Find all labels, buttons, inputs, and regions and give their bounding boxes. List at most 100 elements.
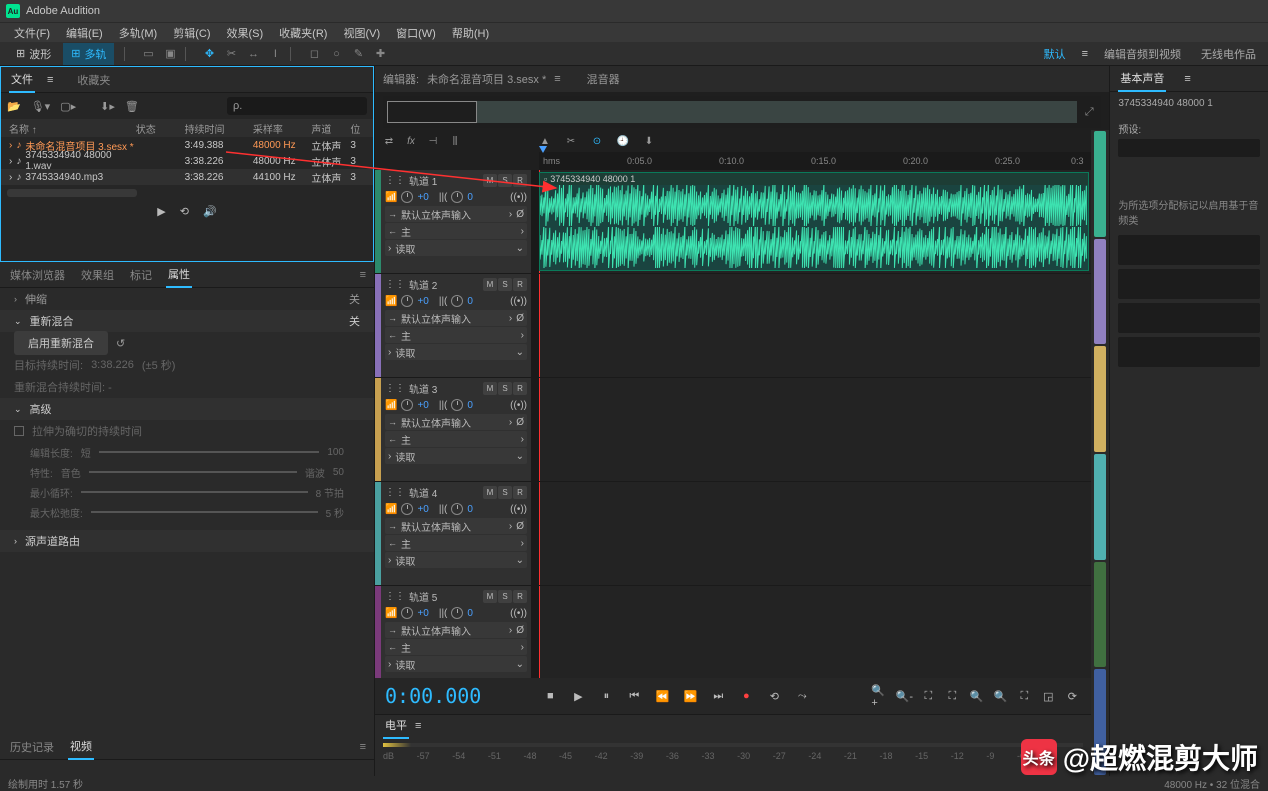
track-name[interactable]: 轨道 5	[409, 589, 437, 604]
new-file-icon[interactable]: ▢▸	[60, 100, 76, 113]
menu-effects[interactable]: 效果(S)	[221, 23, 270, 43]
tab-files[interactable]: 文件	[9, 67, 35, 93]
pan-value[interactable]: 0	[467, 296, 473, 307]
tab-properties[interactable]: 属性	[166, 262, 192, 288]
files-tab-menu-icon[interactable]: ≡	[47, 74, 53, 86]
mute-button[interactable]: M	[483, 486, 497, 499]
levels-menu-icon[interactable]: ≡	[415, 720, 421, 732]
remix-section[interactable]: 重新混合	[30, 313, 74, 329]
menu-multitrack[interactable]: 多轨(M)	[113, 23, 164, 43]
pan-value[interactable]: 0	[467, 504, 473, 515]
track-name[interactable]: 轨道 4	[409, 485, 437, 500]
tt-clock-icon[interactable]: 🕘	[615, 133, 631, 149]
input-route[interactable]: →默认立体声输入›Ø	[385, 206, 527, 222]
col-samplerate[interactable]: 采样率	[253, 121, 312, 136]
volume-knob[interactable]	[401, 191, 413, 203]
volume-knob[interactable]	[401, 399, 413, 411]
delete-icon[interactable]: 🗑	[125, 100, 139, 113]
mini-play-icon[interactable]: ▶	[157, 205, 165, 218]
tab-history[interactable]: 历史记录	[8, 735, 56, 759]
minloop-slider[interactable]	[81, 491, 308, 493]
read-mode[interactable]: ›读取⌄	[385, 656, 527, 672]
file-row[interactable]: ›♪3745334940 48000 1.wav3:38.22648000 Hz…	[1, 153, 373, 169]
pan-knob[interactable]	[451, 607, 463, 619]
editor-tab-menu-icon[interactable]: ≡	[554, 73, 560, 85]
solo-button[interactable]: S	[498, 590, 512, 603]
read-mode[interactable]: ›读取⌄	[385, 552, 527, 568]
file-row[interactable]: ›♪3745334940.mp33:38.22644100 Hz立体声3	[1, 169, 373, 185]
pause-button[interactable]: ⏸	[597, 687, 615, 705]
mute-button[interactable]: M	[483, 382, 497, 395]
tt-eq-icon[interactable]: ⫼	[447, 133, 463, 149]
record-file-icon[interactable]: 🎙▾	[31, 100, 51, 113]
tt-send-icon[interactable]: ⊣	[425, 133, 441, 149]
record-button[interactable]: ●	[737, 687, 755, 705]
zoom-sel-icon[interactable]: ⛶	[943, 687, 961, 705]
editor-file-name[interactable]: 未命名混音项目 3.sesx *	[427, 71, 546, 87]
tool-2[interactable]: ▣	[161, 45, 179, 63]
pan-knob[interactable]	[451, 503, 463, 515]
zoom-reset-licon[interactable]: ⟳	[1063, 687, 1081, 705]
volume-value[interactable]: +0	[417, 400, 428, 411]
search-input[interactable]: ρ.	[227, 97, 367, 115]
lasso-tool[interactable]: ○	[327, 45, 345, 63]
read-mode[interactable]: ›读取⌄	[385, 344, 527, 360]
input-route[interactable]: →默认立体声输入›Ø	[385, 622, 527, 638]
zoom-in-icon[interactable]: 🔍+	[871, 687, 889, 705]
razor-tool[interactable]: ✂	[222, 45, 240, 63]
slip-tool[interactable]: ↔	[244, 45, 262, 63]
arm-button[interactable]: R	[513, 590, 527, 603]
read-mode[interactable]: ›读取⌄	[385, 240, 527, 256]
tt-fx2-icon[interactable]: fx	[403, 133, 419, 149]
output-route[interactable]: ←主›	[385, 535, 527, 551]
edit-len-slider[interactable]	[99, 451, 320, 453]
ws-menu-icon[interactable]: ≡	[1082, 48, 1088, 60]
menu-edit[interactable]: 编辑(E)	[60, 23, 109, 43]
menu-help[interactable]: 帮助(H)	[446, 23, 495, 43]
mono-icon[interactable]: ((•))	[510, 192, 527, 203]
solo-button[interactable]: S	[498, 278, 512, 291]
multitrack-mode-button[interactable]: 多轨	[63, 43, 114, 65]
heal-tool[interactable]: ✚	[371, 45, 389, 63]
workspace-default[interactable]: 默认	[1040, 44, 1070, 64]
files-scrollbar[interactable]	[7, 189, 137, 197]
ess-slot-3[interactable]	[1118, 303, 1260, 333]
col-status[interactable]: 状态	[136, 121, 185, 136]
output-route[interactable]: ←主›	[385, 223, 527, 239]
input-route[interactable]: →默认立体声输入›Ø	[385, 310, 527, 326]
timeline-ruler[interactable]: hms 0:05.0 0:10.0 0:15.0 0:20.0 0:25.0 0…	[539, 152, 1091, 170]
pan-value[interactable]: 0	[467, 608, 473, 619]
tt-fx-icon[interactable]: ⇄	[381, 133, 397, 149]
volume-value[interactable]: +0	[417, 296, 428, 307]
mono-icon[interactable]: ((•))	[510, 608, 527, 619]
ess-menu-icon[interactable]: ≡	[1184, 73, 1190, 85]
track-name[interactable]: 轨道 1	[409, 173, 437, 188]
end-button[interactable]: ⏭	[709, 687, 727, 705]
volume-knob[interactable]	[401, 607, 413, 619]
ffwd-button[interactable]: ⏩	[681, 687, 699, 705]
col-channel[interactable]: 声道	[311, 121, 350, 136]
hist-menu-icon[interactable]: ≡	[360, 741, 366, 753]
tab-markers[interactable]: 标记	[128, 263, 154, 287]
tt-cut-icon[interactable]: ✂	[563, 133, 579, 149]
menu-window[interactable]: 窗口(W)	[390, 23, 442, 43]
ess-slot-2[interactable]	[1118, 269, 1260, 299]
skip-button[interactable]: ⤳	[793, 687, 811, 705]
waveform-mode-button[interactable]: 波形	[8, 43, 59, 65]
mono-icon[interactable]: ((•))	[510, 296, 527, 307]
workspace-radio[interactable]: 无线电作品	[1197, 44, 1260, 64]
mute-button[interactable]: M	[483, 278, 497, 291]
tt-snap-icon[interactable]: ⊙	[589, 133, 605, 149]
col-pos[interactable]: 位	[350, 121, 365, 136]
track-grip-icon[interactable]: ⋮⋮	[385, 591, 405, 602]
solo-button[interactable]: S	[498, 486, 512, 499]
advanced-section[interactable]: 高级	[30, 401, 52, 417]
col-name[interactable]: 名称 ↑	[9, 121, 136, 136]
pan-value[interactable]: 0	[467, 400, 473, 411]
tt-marker-icon[interactable]: ⬇	[641, 133, 657, 149]
menu-favorites[interactable]: 收藏夹(R)	[273, 23, 333, 43]
zoom-toggle-icon[interactable]: ◲	[1039, 687, 1057, 705]
brush-tool[interactable]: ✎	[349, 45, 367, 63]
overview-viewport[interactable]	[387, 101, 477, 123]
tab-effects-rack[interactable]: 效果组	[79, 263, 116, 287]
